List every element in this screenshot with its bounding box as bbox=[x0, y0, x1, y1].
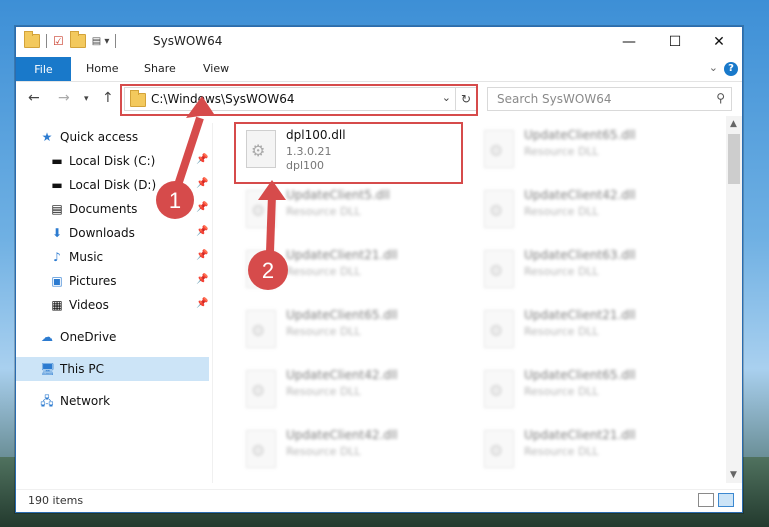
arrow-2-shaft bbox=[266, 194, 276, 253]
arrow-1-shaft bbox=[174, 116, 204, 187]
step-1-label: 1 bbox=[169, 188, 181, 213]
arrow-1-head bbox=[186, 96, 214, 118]
annotation-overlay: 1 2 bbox=[156, 96, 288, 290]
arrow-2-head bbox=[258, 180, 286, 200]
step-2-label: 2 bbox=[262, 258, 274, 283]
